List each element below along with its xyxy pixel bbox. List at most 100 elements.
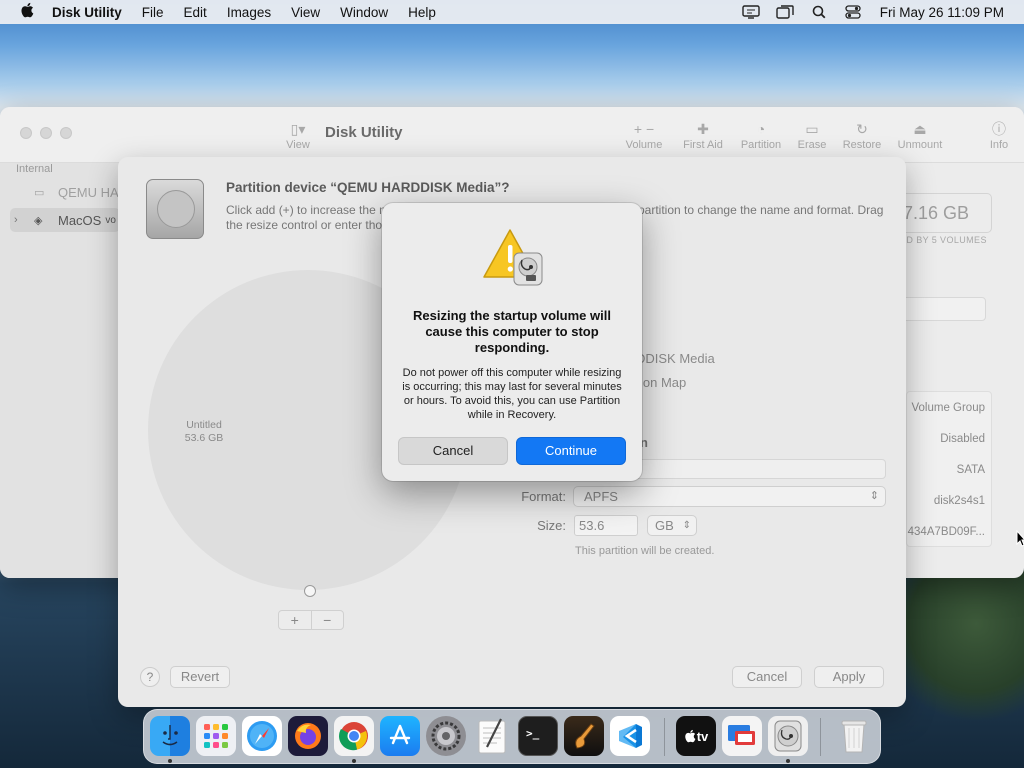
finder-icon[interactable] xyxy=(150,716,190,756)
menu-images[interactable]: Images xyxy=(217,5,281,20)
remote-desktop-icon[interactable] xyxy=(722,716,762,756)
toolbar-volume-label: Volume xyxy=(625,139,663,151)
menu-help[interactable]: Help xyxy=(398,5,446,20)
info-value: SATA xyxy=(956,463,985,476)
select-chevron-icon: ⇕ xyxy=(682,520,691,531)
revert-button[interactable]: Revert xyxy=(170,666,230,688)
apply-button[interactable]: Apply xyxy=(814,666,884,688)
sidebar-item-label: QEMU HA xyxy=(58,184,119,200)
running-indicator xyxy=(786,759,790,763)
alert-message: Do not power off this computer while res… xyxy=(402,367,622,421)
disk-icon: ▭ xyxy=(34,186,45,199)
info-icon: ⓘ xyxy=(992,121,1006,137)
apple-logo-icon xyxy=(684,729,696,743)
help-button[interactable]: ? xyxy=(140,667,160,687)
format-select[interactable]: APFS ⇕ xyxy=(573,486,886,507)
sidebar-header-internal: Internal xyxy=(16,163,53,175)
restore-icon: ↻ xyxy=(856,121,868,137)
apple-tv-label: tv xyxy=(696,728,709,744)
window-toolbar: ▯▾ View Disk Utility + − Volume ✚ First … xyxy=(0,107,1024,163)
size-note: This partition will be created. xyxy=(575,545,715,557)
stack-icon: ◈ xyxy=(34,214,43,227)
add-remove-partition: + − xyxy=(278,610,344,630)
sidebar-item-qemu-disk[interactable]: ▭ QEMU HA xyxy=(10,180,120,204)
toolbar-firstaid-button[interactable]: ✚ First Aid xyxy=(673,119,733,151)
menu-clock[interactable]: Fri May 26 11:09 PM xyxy=(870,5,1012,20)
sidebar-item-macos[interactable]: › ◈ MacOS vo xyxy=(10,208,120,232)
resize-warning-alert: Resizing the startup volume will cause t… xyxy=(382,203,642,481)
info-table: Volume Group Disabled SATA disk2s4s1 434… xyxy=(906,391,992,547)
menu-app-name[interactable]: Disk Utility xyxy=(42,5,132,20)
trash-icon[interactable] xyxy=(834,716,874,756)
capacity-subtitle: ED BY 5 VOLUMES xyxy=(900,235,987,245)
minimize-window-button[interactable] xyxy=(40,127,52,139)
caution-disk-utility-icon xyxy=(482,227,544,287)
menu-edit[interactable]: Edit xyxy=(174,5,217,20)
menu-file[interactable]: File xyxy=(132,5,174,20)
windows-icon[interactable] xyxy=(768,0,802,24)
dock-separator xyxy=(664,718,665,756)
menu-view[interactable]: View xyxy=(281,5,330,20)
usage-bar xyxy=(900,297,986,321)
toolbar-erase-label: Erase xyxy=(797,139,827,151)
desc-line1-right: partition to change the name and format.… xyxy=(638,203,884,217)
toolbar-volume-button[interactable]: + − Volume xyxy=(614,119,674,151)
add-remove-volume-icon: + − xyxy=(633,121,655,137)
pie-partition-size: 53.6 GB xyxy=(184,432,224,444)
running-indicator xyxy=(352,759,356,763)
toolbar-unmount-button[interactable]: ⏏ Unmount xyxy=(890,119,950,151)
view-button[interactable]: ▯▾ View xyxy=(278,119,318,151)
pie-partition-label: Untitled 53.6 GB xyxy=(174,419,234,445)
toolbar-info-label: Info xyxy=(989,139,1009,151)
size-label: Size: xyxy=(537,518,566,533)
dock-separator xyxy=(820,718,821,756)
pie-partition-name: Untitled xyxy=(186,419,222,431)
format-label: Format: xyxy=(521,489,566,504)
vscode-icon[interactable] xyxy=(610,716,650,756)
disk-platter xyxy=(157,190,195,228)
disk-utility-icon[interactable] xyxy=(768,716,808,756)
hard-disk-icon xyxy=(146,179,204,239)
spotlight-search-icon[interactable] xyxy=(802,0,836,24)
alert-continue-button[interactable]: Continue xyxy=(516,437,626,465)
close-window-button[interactable] xyxy=(20,127,32,139)
apple-tv-icon[interactable]: tv xyxy=(676,716,716,756)
control-center-icon[interactable] xyxy=(836,0,870,24)
remove-partition-button[interactable]: − xyxy=(312,611,344,629)
textedit-icon[interactable] xyxy=(472,716,512,756)
stethoscope-icon: ✚ xyxy=(697,121,709,137)
desc-line2: the resize control or enter tho xyxy=(226,217,383,232)
toolbar-info-button[interactable]: ⓘ Info xyxy=(969,119,1024,151)
terminal-icon[interactable]: >_ xyxy=(518,716,558,756)
size-unit-value: GB xyxy=(655,518,674,533)
add-partition-button[interactable]: + xyxy=(279,611,312,629)
sidebar-item-suffix: vo xyxy=(105,214,116,226)
device-name-fragment: DDISK Media xyxy=(636,351,715,366)
resize-handle[interactable] xyxy=(304,585,316,597)
system-preferences-icon[interactable] xyxy=(426,716,466,756)
size-unit-select[interactable]: GB ⇕ xyxy=(647,515,697,536)
info-value: disk2s4s1 xyxy=(933,494,985,507)
chrome-icon[interactable] xyxy=(334,716,374,756)
screen-mirroring-icon[interactable] xyxy=(734,0,768,24)
eject-icon: ⏏ xyxy=(913,121,927,137)
apple-menu-icon[interactable] xyxy=(12,2,42,22)
svg-text:>_: >_ xyxy=(526,727,540,740)
zoom-window-button[interactable] xyxy=(60,127,72,139)
info-value: Volume Group xyxy=(911,401,985,414)
alert-cancel-button[interactable]: Cancel xyxy=(398,437,508,465)
format-value: APFS xyxy=(584,489,618,504)
view-label: View xyxy=(286,139,310,151)
disclosure-chevron-icon[interactable]: › xyxy=(14,214,18,226)
toolbar-restore-button[interactable]: ↻ Restore xyxy=(832,119,892,151)
launchpad-icon[interactable] xyxy=(196,716,236,756)
safari-icon[interactable] xyxy=(242,716,282,756)
firefox-icon[interactable] xyxy=(288,716,328,756)
garageband-icon[interactable] xyxy=(564,716,604,756)
size-input[interactable]: 53.6 xyxy=(574,515,638,536)
menu-window[interactable]: Window xyxy=(330,5,398,20)
alert-title: Resizing the startup volume will cause t… xyxy=(413,308,611,355)
app-store-icon[interactable] xyxy=(380,716,420,756)
sheet-cancel-button[interactable]: Cancel xyxy=(732,666,802,688)
info-value: Disabled xyxy=(940,432,985,445)
